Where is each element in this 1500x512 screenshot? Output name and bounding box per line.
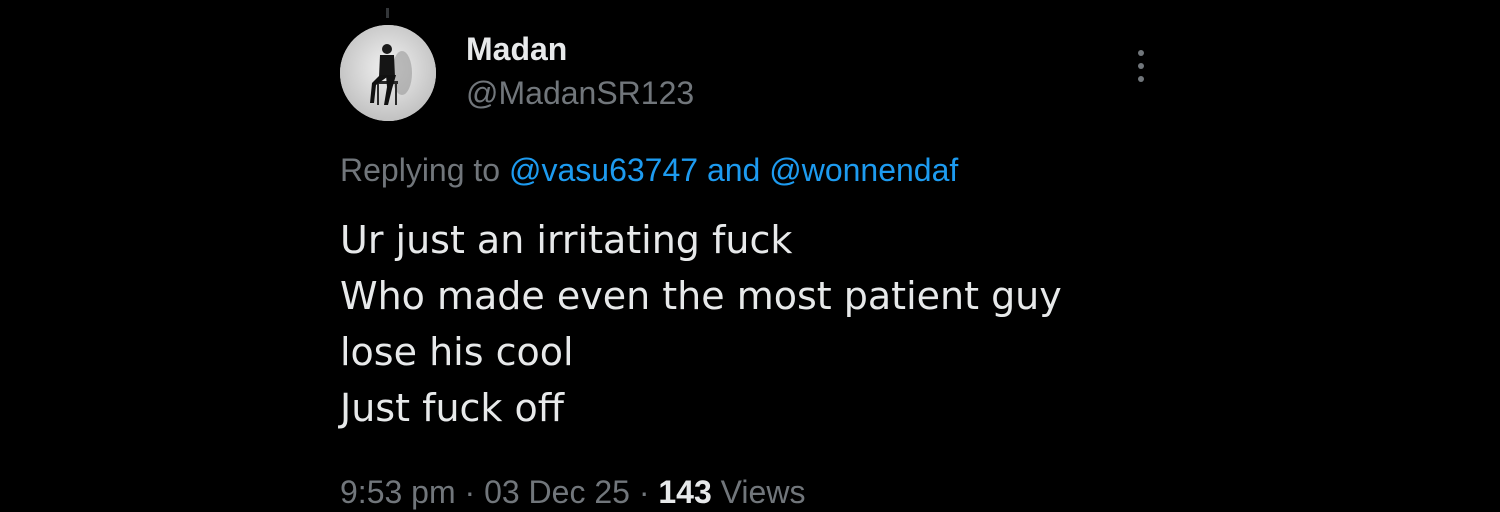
tweet-body-line: Just fuck off: [340, 386, 564, 430]
tweet-body-line: Ur just an irritating fuck: [340, 218, 793, 262]
author-display-name[interactable]: Madan: [466, 30, 567, 68]
more-options-icon-dot: [1138, 63, 1144, 69]
tweet-body-line: Who made even the most patient guy: [340, 274, 1062, 318]
more-options-button[interactable]: [1126, 44, 1156, 88]
avatar-photo-icon: [340, 25, 436, 121]
tweet-time[interactable]: 9:53 pm: [340, 474, 456, 510]
replying-to-line: Replying to @vasu63747 and @wonnendaf: [340, 150, 958, 190]
tweet-body-line: lose his cool: [340, 330, 574, 374]
replying-prefix: Replying to: [340, 152, 501, 188]
views-count[interactable]: 143: [658, 474, 711, 510]
views-label: Views: [720, 474, 806, 510]
tweet-body: Ur just an irritating fuck Who made even…: [340, 212, 1062, 436]
mention-link-wonnendaf[interactable]: @wonnendaf: [769, 152, 958, 188]
tweet-metadata: 9:53 pm · 03 Dec 25 · 143 Views: [340, 472, 805, 512]
tweet-date[interactable]: 03 Dec 25: [484, 474, 630, 510]
tweet: Madan @MadanSR123 Replying to @vasu63747…: [340, 0, 1160, 510]
avatar[interactable]: [340, 25, 436, 121]
meta-separator: ·: [638, 474, 650, 510]
mention-link-vasu[interactable]: @vasu63747: [509, 152, 698, 188]
more-options-icon: [1138, 50, 1144, 56]
meta-separator: ·: [464, 474, 476, 510]
more-options-icon-dot: [1138, 76, 1144, 82]
replying-conjunction[interactable]: and: [707, 152, 760, 188]
author-handle[interactable]: @MadanSR123: [466, 74, 694, 112]
